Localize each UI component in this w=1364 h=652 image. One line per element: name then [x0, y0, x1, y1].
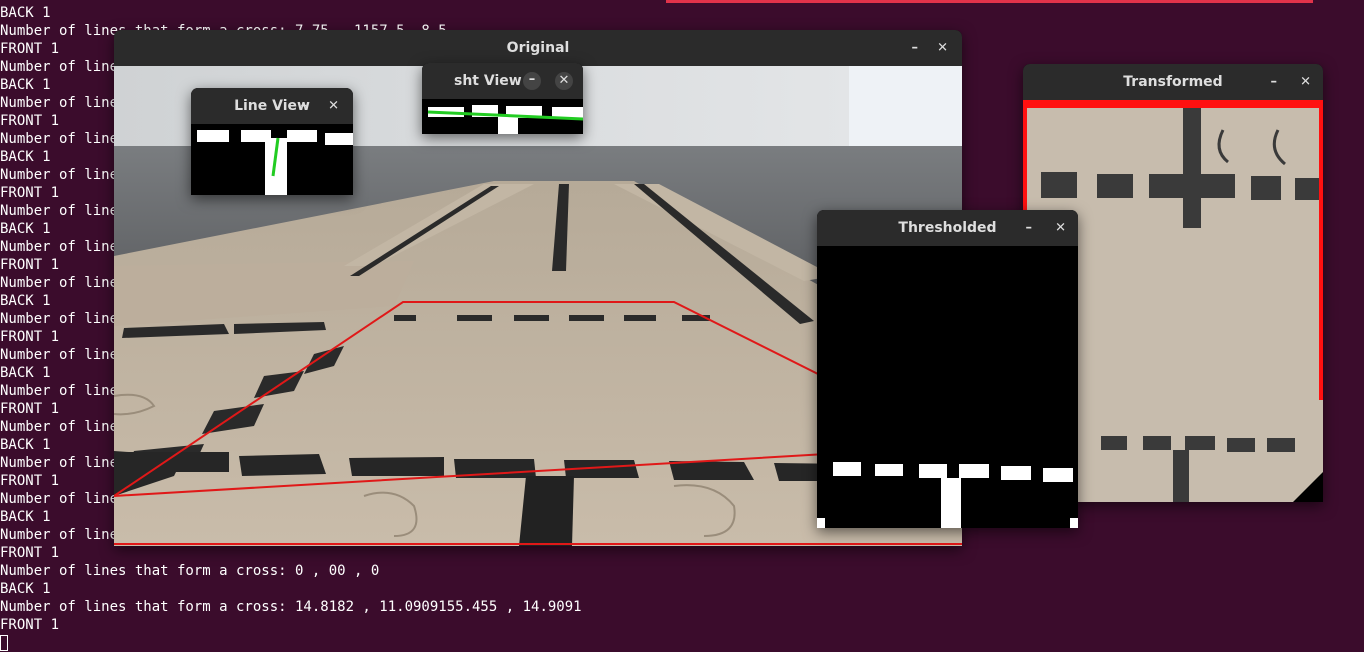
top-panel-accent — [666, 0, 1313, 3]
original-titlebar[interactable]: Original – ✕ — [114, 30, 962, 66]
thresholded-title: Thresholded — [898, 220, 997, 236]
terminal-line: Number of lines that form a cross: 0 , 0… — [0, 563, 380, 579]
sht-view-titlebar[interactable]: sht View – ✕ — [422, 63, 583, 99]
transformed-title: Transformed — [1123, 74, 1223, 90]
terminal-line: FRONT 1 — [0, 617, 60, 633]
thresholded-titlebar[interactable]: Thresholded – ✕ — [817, 210, 1078, 246]
line-view-titlebar[interactable]: Line View – ✕ — [191, 88, 353, 124]
minimize-icon[interactable]: – — [1271, 75, 1278, 90]
minimize-icon[interactable]: – — [301, 99, 308, 114]
thresholded-window[interactable]: Thresholded – ✕ — [817, 210, 1078, 528]
thresholded-frame — [817, 246, 1078, 528]
close-icon[interactable]: ✕ — [937, 41, 948, 56]
minimize-icon[interactable]: – — [523, 72, 541, 90]
terminal-cursor — [0, 635, 8, 651]
terminal-line: Number of lines that form a cross: 14.81… — [0, 599, 582, 615]
minimize-icon[interactable]: – — [1026, 221, 1033, 236]
sht-view-title: sht View — [454, 73, 522, 89]
line-view-window[interactable]: Line View – ✕ — [191, 88, 353, 195]
close-icon[interactable]: ✕ — [1055, 221, 1066, 236]
close-icon[interactable]: ✕ — [1300, 75, 1311, 90]
close-icon[interactable]: ✕ — [328, 99, 339, 114]
sht-view-image — [422, 99, 583, 134]
terminal-line: FRONT 1 — [0, 545, 60, 561]
thresholded-image — [817, 246, 1078, 528]
close-icon[interactable]: ✕ — [555, 72, 573, 90]
terminal-line: BACK 1 — [0, 581, 51, 597]
sht-view-window[interactable]: sht View – ✕ — [422, 63, 583, 134]
line-view-frame — [191, 124, 353, 195]
terminal-line: BACK 1 — [0, 5, 51, 21]
transformed-titlebar[interactable]: Transformed – ✕ — [1023, 64, 1323, 100]
minimize-icon[interactable]: – — [912, 41, 919, 56]
sht-view-frame — [422, 99, 583, 134]
line-view-image — [191, 124, 353, 195]
original-title: Original — [506, 40, 570, 56]
